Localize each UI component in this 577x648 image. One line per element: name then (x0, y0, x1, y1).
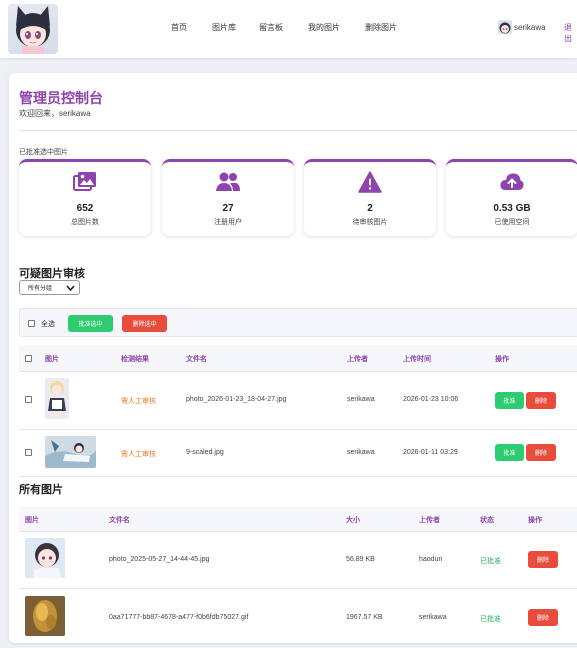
filter-selected-value: 所有分组 (28, 286, 53, 292)
stat-card-total-images: 652 总图片数 (19, 159, 151, 236)
review-section-title: 可疑图片审核 (19, 268, 85, 280)
col-filename: 文件名 (186, 356, 207, 363)
cloud-upload-icon (500, 173, 524, 190)
col-image: 图片 (25, 517, 39, 524)
select-all-label: 全选 (41, 321, 55, 328)
filename: 9-scaled.jpg (186, 449, 224, 456)
nav-gallery[interactable]: 图片库 (212, 22, 236, 33)
image-thumbnail[interactable] (45, 378, 69, 419)
status-message: 已批准选中图片 (19, 149, 68, 156)
nav-delete-images[interactable]: 删除图片 (365, 22, 397, 33)
image-thumbnail[interactable] (45, 436, 96, 468)
stat-label: 注册用户 (214, 219, 242, 226)
uploader: serikawa (419, 614, 447, 621)
delete-button[interactable]: 删除 (526, 392, 556, 409)
delete-selected-button[interactable]: 删除选中 (122, 315, 167, 332)
nav-home[interactable]: 首页 (171, 22, 187, 33)
approve-button[interactable]: 批准 (495, 392, 524, 409)
stat-label: 已使用空间 (494, 219, 530, 226)
row-checkbox[interactable] (25, 449, 32, 456)
divider (19, 130, 577, 131)
group-filter-select[interactable]: 所有分组 (19, 280, 80, 295)
image-thumbnail[interactable] (25, 538, 65, 578)
row-checkbox[interactable] (25, 396, 32, 403)
delete-button[interactable]: 删除 (528, 609, 558, 626)
stat-value: 27 (222, 203, 234, 214)
filename: photo_2026-01-23_18-04-27.jpg (186, 396, 287, 403)
review-table-header (19, 345, 577, 371)
delete-button[interactable]: 删除 (526, 444, 556, 461)
detection-result: 需人工审核 (121, 451, 156, 458)
stat-label: 待审核图片 (352, 219, 388, 226)
upload-time: 2026-01-23 10:06 (403, 396, 459, 403)
stat-card-users: 27 注册用户 (162, 159, 294, 236)
anime-avatar-logo (16, 6, 50, 54)
delete-button[interactable]: 删除 (528, 551, 558, 568)
username: serikawa (514, 22, 546, 32)
upload-time: 2026-01-11 03:29 (403, 449, 458, 456)
file-size: 56.89 KB (346, 556, 375, 563)
col-status: 状态 (480, 517, 494, 524)
header-checkbox[interactable] (25, 355, 32, 362)
stat-card-pending: 2 待审核图片 (304, 159, 436, 236)
col-image: 图片 (45, 356, 59, 363)
site-logo[interactable] (8, 4, 58, 54)
col-filename: 文件名 (109, 517, 130, 524)
col-uploader: 上传者 (347, 356, 368, 363)
filename: 0aa71777-bb87-4678-a477-f0b6fdb75027.gif (109, 614, 249, 621)
stat-value: 652 (76, 203, 94, 214)
file-size: 1967.57 KB (346, 614, 383, 621)
logout-link[interactable]: 退出 (564, 22, 577, 44)
col-upload-time: 上传时间 (403, 356, 431, 363)
select-all-checkbox[interactable] (28, 320, 35, 327)
col-actions: 操作 (528, 517, 542, 524)
col-size: 大小 (346, 517, 360, 524)
chevron-down-icon (66, 285, 75, 292)
stat-label: 总图片数 (71, 219, 99, 226)
status-badge: 已批准 (480, 558, 501, 565)
stat-card-storage: 0.53 GB 已使用空间 (446, 159, 577, 236)
stat-value: 0.53 GB (493, 203, 531, 214)
stat-value: 2 (367, 203, 373, 214)
col-detection: 检测结果 (121, 356, 149, 363)
status-badge: 已批准 (480, 616, 501, 623)
filename: photo_2025-05-27_14-44-45.jpg (109, 556, 210, 563)
approve-selected-button[interactable]: 批准选中 (68, 315, 113, 332)
user-menu[interactable]: serikawa (498, 19, 546, 35)
users-icon (216, 172, 240, 191)
user-avatar (498, 20, 512, 34)
warning-icon (358, 171, 382, 193)
detection-result: 需人工审核 (121, 398, 156, 405)
col-uploader: 上传者 (419, 517, 440, 524)
all-images-section-title: 所有图片 (19, 484, 63, 496)
uploader: serikawa (347, 449, 375, 456)
col-actions: 操作 (495, 356, 509, 363)
nav-my-images[interactable]: 我的图片 (308, 22, 340, 33)
page-title: 管理员控制台 (19, 90, 103, 106)
images-icon (73, 172, 96, 191)
nav-guestbook[interactable]: 留言板 (259, 22, 283, 33)
batch-action-bar: 全选 批准选中 删除选中 (19, 308, 577, 337)
image-thumbnail[interactable] (25, 596, 65, 636)
uploader: haodun (419, 556, 443, 563)
welcome-text: 欢迎回来，serikawa (19, 109, 91, 118)
top-navbar: 首页 图片库 留言板 我的图片 删除图片 serikawa 退出 (0, 0, 577, 58)
approve-button[interactable]: 批准 (495, 444, 524, 461)
uploader: serikawa (347, 396, 375, 403)
